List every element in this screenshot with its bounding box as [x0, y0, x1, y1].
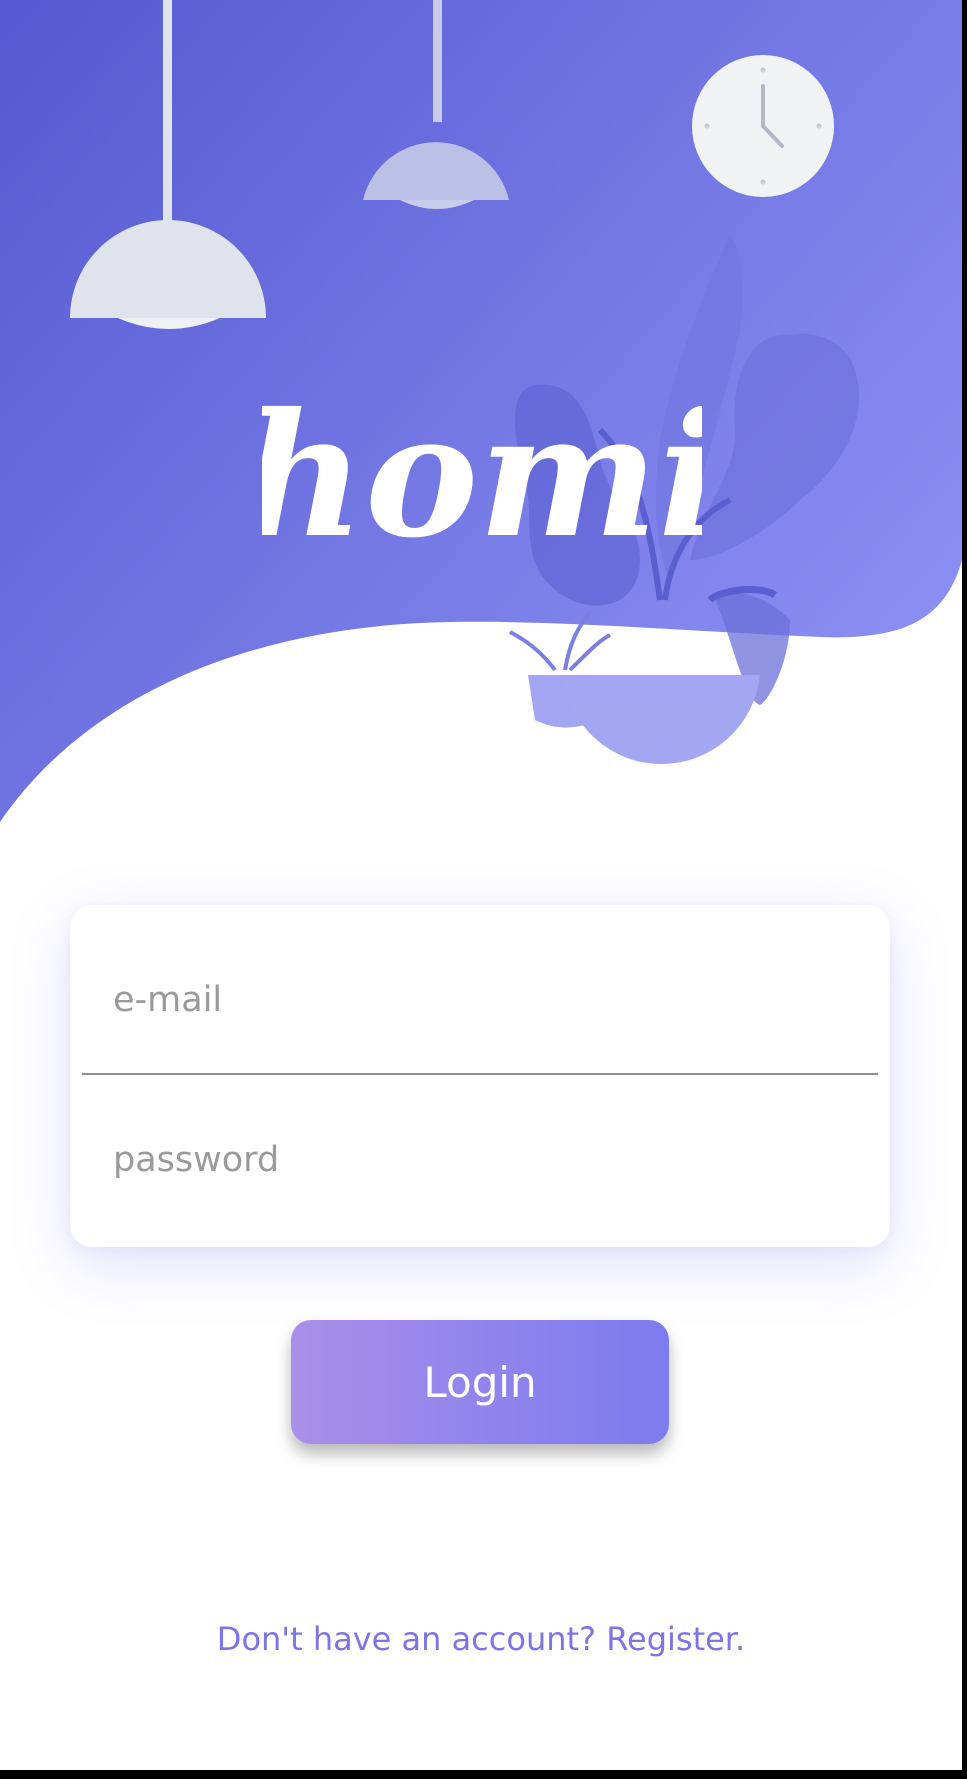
password-field[interactable]	[82, 1105, 878, 1215]
wall-clock-icon	[692, 55, 834, 197]
login-screen: homi Login Don't have an account? Regist…	[0, 0, 962, 1770]
svg-text:homi: homi	[262, 385, 702, 575]
login-button[interactable]: Login	[291, 1320, 669, 1444]
header-illustration	[0, 0, 962, 822]
app-logo: homi	[262, 385, 702, 575]
email-field[interactable]	[82, 945, 878, 1055]
field-divider	[82, 1073, 878, 1075]
login-form-card	[70, 905, 890, 1247]
register-link[interactable]: Don't have an account? Register.	[0, 1620, 962, 1658]
